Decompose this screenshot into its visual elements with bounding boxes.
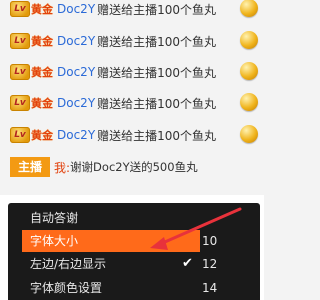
tier-label: 黄金 (31, 66, 53, 79)
level-badge: Lv 黄金 (10, 127, 53, 143)
chat-message-gift: Lv 黄金 Doc2Y 赠送给主播100个鱼丸 (10, 0, 260, 18)
tier-label: 黄金 (31, 3, 53, 16)
level-badge: Lv 黄金 (10, 64, 53, 80)
fishball-icon (240, 0, 258, 17)
level-badge: Lv 黄金 (10, 33, 53, 49)
chat-message-gift: Lv 黄金 Doc2Y 赠送给主播100个鱼丸 (10, 93, 260, 112)
username-link[interactable]: Doc2Y (57, 65, 95, 79)
host-badge: 主播 (10, 157, 51, 177)
fishball-icon (240, 31, 258, 49)
username-link[interactable]: Doc2Y (57, 2, 95, 16)
level-icon: Lv (10, 1, 30, 17)
level-icon: Lv (10, 64, 30, 80)
chat-message-gift: Lv 黄金 Doc2Y 赠送给主播100个鱼丸 (10, 125, 260, 144)
pointer-arrow-icon (150, 207, 242, 250)
gift-text: 赠送给主播100个鱼丸 (97, 2, 217, 17)
gift-text: 赠送给主播100个鱼丸 (97, 96, 217, 111)
username-link[interactable]: Doc2Y (57, 34, 95, 48)
level-badge: Lv 黄金 (10, 1, 53, 17)
username-link[interactable]: Doc2Y (57, 128, 95, 142)
host-message-text: 谢谢Doc2Y送的500鱼丸 (70, 160, 198, 174)
level-icon: Lv (10, 127, 30, 143)
gift-text: 赠送给主播100个鱼丸 (97, 34, 217, 49)
chat-message-host: 主播 我: 谢谢Doc2Y送的500鱼丸 (10, 157, 198, 177)
fishball-icon (240, 93, 258, 111)
chat-settings-menu: 自动答谢 字体大小 10 左边/右边显示 ✔ 12 字体颜色设置 14 (8, 203, 260, 300)
fishball-icon (240, 62, 258, 80)
tier-label: 黄金 (31, 129, 53, 142)
chat-message-gift: Lv 黄金 Doc2Y 赠送给主播100个鱼丸 (10, 62, 260, 81)
level-icon: Lv (10, 33, 30, 49)
fishball-icon (240, 125, 258, 143)
gift-text: 赠送给主播100个鱼丸 (97, 65, 217, 80)
chat-message-gift: Lv 黄金 Doc2Y 赠送给主播100个鱼丸 (10, 31, 260, 50)
host-name: 我: (54, 160, 71, 175)
level-badge: Lv 黄金 (10, 95, 53, 111)
tier-label: 黄金 (31, 97, 53, 110)
username-link[interactable]: Doc2Y (57, 96, 95, 110)
level-icon: Lv (10, 95, 30, 111)
tier-label: 黄金 (31, 35, 53, 48)
gift-text: 赠送给主播100个鱼丸 (97, 128, 217, 143)
chat-panel: Lv 黄金 Doc2Y 赠送给主播100个鱼丸 Lv 黄金 Doc2Y 赠送给主… (0, 0, 264, 195)
video-area: 自动答谢 字体大小 10 左边/右边显示 ✔ 12 字体颜色设置 14 (0, 195, 264, 300)
